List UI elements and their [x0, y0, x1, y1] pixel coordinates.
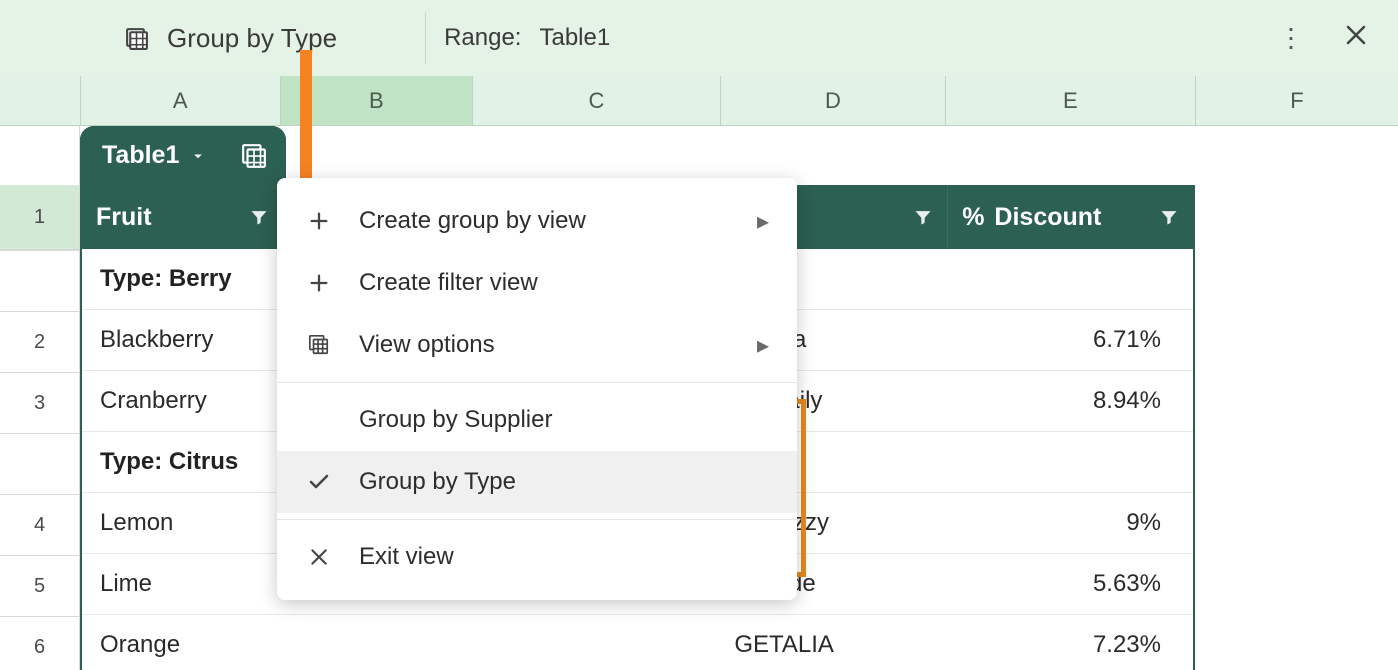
check-icon	[305, 470, 333, 494]
range-block: Range: Table1	[444, 0, 610, 76]
table-view-icon	[305, 334, 333, 356]
cell-fruit: Lemon	[82, 493, 282, 553]
cell-fruit: Cranberry	[82, 371, 282, 431]
row-4[interactable]: 4	[0, 495, 80, 556]
table-name-label: Table1	[102, 141, 179, 170]
row-2[interactable]: 2	[0, 312, 80, 373]
table-tab: Table1	[80, 126, 286, 185]
title-block: Group by Type	[124, 0, 337, 76]
menu-group-by-supplier[interactable]: Group by Supplier	[277, 389, 797, 451]
menu-label: Group by Type	[359, 468, 769, 496]
view-title: Group by Type	[167, 23, 337, 54]
column-headers: A B C D E F	[0, 76, 1398, 126]
row-group-spacer2	[0, 434, 80, 495]
filter-icon[interactable]	[249, 207, 269, 227]
column-D[interactable]: D	[721, 76, 946, 126]
column-A[interactable]: A	[81, 76, 281, 126]
range-label: Range:	[444, 24, 521, 52]
table-view-icon	[124, 26, 149, 51]
chevron-down-icon	[189, 147, 207, 165]
corner-cell[interactable]	[0, 76, 81, 126]
column-B[interactable]: B	[281, 76, 473, 126]
menu-label: View options	[359, 331, 731, 359]
row-3[interactable]: 3	[0, 373, 80, 434]
cell-discount: 7.23%	[937, 615, 1193, 670]
column-E[interactable]: E	[946, 76, 1196, 126]
menu-label: Create group by view	[359, 207, 731, 235]
column-C[interactable]: C	[473, 76, 721, 126]
more-options-icon[interactable]: ⋮	[1272, 17, 1310, 60]
menu-group-by-type[interactable]: Group by Type	[277, 451, 797, 513]
menu-label: Create filter view	[359, 269, 769, 297]
header-discount[interactable]: % Discount	[948, 185, 1193, 249]
row-5[interactable]: 5	[0, 556, 80, 617]
cell-discount: 8.94%	[937, 371, 1193, 431]
menu-separator	[277, 382, 797, 383]
menu-exit-view[interactable]: Exit view	[277, 526, 797, 588]
cell-discount: 6.71%	[937, 310, 1193, 370]
plus-icon	[305, 210, 333, 232]
menu-create-filter-view[interactable]: Create filter view	[277, 252, 797, 314]
close-icon	[305, 547, 333, 567]
row-1[interactable]: 1	[0, 185, 80, 250]
menu-label: Group by Supplier	[359, 406, 769, 434]
range-value: Table1	[539, 24, 610, 52]
cell-discount: 9%	[937, 493, 1193, 553]
table-view-menu-button[interactable]	[222, 126, 286, 185]
menu-view-options[interactable]: View options ▸	[277, 314, 797, 376]
row-spacer	[0, 126, 80, 185]
divider	[425, 12, 426, 64]
submenu-arrow-icon: ▸	[757, 207, 769, 236]
header-fruit-label: Fruit	[96, 203, 152, 232]
filter-icon[interactable]	[1159, 207, 1179, 227]
menu-label: Exit view	[359, 543, 769, 571]
row-numbers: 1 2 3 4 5 6	[0, 126, 80, 670]
cell-fruit: Blackberry	[82, 310, 282, 370]
group-view-topbar: Group by Type Range: Table1 ⋮	[0, 0, 1398, 76]
view-menu: Create group by view ▸ Create filter vie…	[277, 178, 797, 600]
table-name-button[interactable]: Table1	[80, 126, 221, 185]
table-row[interactable]: Orange GETALIA 7.23%	[82, 615, 1193, 670]
submenu-arrow-icon: ▸	[757, 331, 769, 360]
cell-supplier: GETALIA	[716, 615, 937, 670]
cell-fruit: Lime	[82, 554, 282, 614]
cell-fruit: Orange	[82, 615, 282, 670]
close-icon[interactable]	[1338, 17, 1374, 59]
menu-create-group-view[interactable]: Create group by view ▸	[277, 190, 797, 252]
menu-separator	[277, 519, 797, 520]
cell-discount: 5.63%	[937, 554, 1193, 614]
row-group-spacer	[0, 250, 80, 312]
percent-label: %	[962, 203, 984, 232]
row-6[interactable]: 6	[0, 617, 80, 670]
column-F[interactable]: F	[1196, 76, 1398, 126]
filter-icon[interactable]	[913, 207, 933, 227]
header-fruit[interactable]: Fruit	[82, 185, 284, 249]
header-discount-label: Discount	[994, 203, 1159, 232]
plus-icon	[305, 272, 333, 294]
